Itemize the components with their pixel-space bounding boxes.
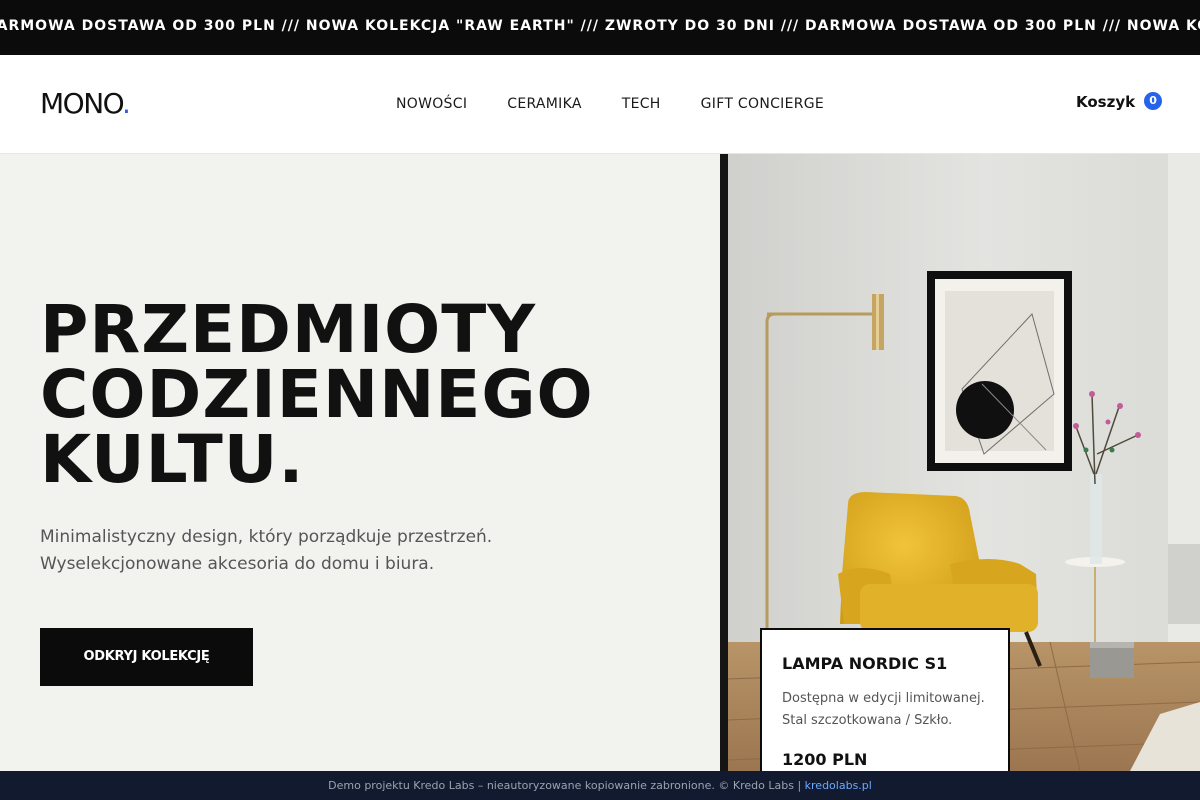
hero-title-line: CODZIENNEGO bbox=[40, 356, 594, 433]
announcement-ticker: DARMOWA DOSTAWA OD 300 PLN /// NOWA KOLE… bbox=[0, 0, 1200, 55]
nav-item-tech[interactable]: TECH bbox=[622, 96, 661, 112]
hero-subtitle-line: Wyselekcjonowane akcesoria do domu i biu… bbox=[40, 554, 435, 574]
demo-footer: Demo projektu Kredo Labs – nieautoryzowa… bbox=[0, 771, 1200, 800]
site-header: MONO. NOWOŚCI CERAMIKA TECH GIFT CONCIER… bbox=[0, 55, 1200, 154]
footer-link[interactable]: kredolabs.pl bbox=[805, 779, 872, 792]
product-description: Dostępna w edycji limitowanej. Stal szcz… bbox=[782, 688, 985, 732]
product-price: 1200 PLN bbox=[782, 750, 868, 769]
product-title: LAMPA NORDIC S1 bbox=[782, 654, 948, 673]
cart-button[interactable]: Koszyk 0 bbox=[1076, 92, 1163, 111]
cart-label: Koszyk bbox=[1076, 93, 1136, 111]
hero-title: PRZEDMIOTY CODZIENNEGO KULTU. bbox=[40, 291, 594, 498]
hero-title-line: PRZEDMIOTY bbox=[40, 291, 537, 368]
product-description-line: Dostępna w edycji limitowanej. bbox=[782, 691, 985, 706]
ticker-text: DARMOWA DOSTAWA OD 300 PLN /// NOWA KOLE… bbox=[0, 18, 1200, 34]
nav-item-gift-concierge[interactable]: GIFT CONCIERGE bbox=[701, 96, 824, 112]
logo-text: MONO bbox=[40, 87, 124, 120]
nav-item-nowosci[interactable]: NOWOŚCI bbox=[396, 96, 467, 112]
hero-title-line: KULTU. bbox=[40, 421, 305, 498]
footer-text: Demo projektu Kredo Labs – nieautoryzowa… bbox=[328, 779, 802, 792]
cart-count-badge: 0 bbox=[1144, 92, 1163, 110]
brand-logo[interactable]: MONO. bbox=[40, 87, 131, 120]
main-nav: NOWOŚCI CERAMIKA TECH GIFT CONCIERGE bbox=[396, 96, 864, 112]
hero-subtitle-line: Minimalistyczny design, który porządkuje… bbox=[40, 527, 493, 547]
product-description-line: Stal szczotkowana / Szkło. bbox=[782, 713, 953, 728]
logo-dot: . bbox=[122, 87, 131, 120]
nav-item-ceramika[interactable]: CERAMIKA bbox=[507, 96, 581, 112]
discover-collection-button[interactable]: ODKRYJ KOLEKCJĘ bbox=[40, 628, 253, 686]
product-card[interactable]: LAMPA NORDIC S1 Dostępna w edycji limito… bbox=[760, 628, 1010, 778]
hero-subtitle: Minimalistyczny design, który porządkuje… bbox=[40, 524, 492, 578]
